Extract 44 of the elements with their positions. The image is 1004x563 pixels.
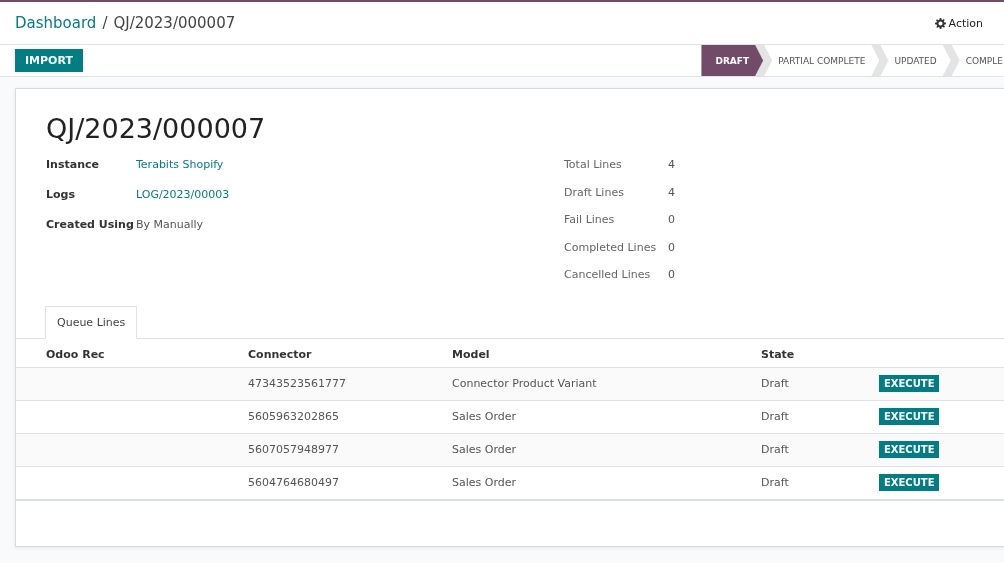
action-button[interactable]: Action (934, 16, 983, 30)
count-label: Completed Lines (564, 240, 658, 256)
status-step[interactable]: PARTIAL COMPLETE (764, 45, 880, 76)
count-value: 0 (668, 240, 675, 256)
column-header[interactable]: Model (452, 338, 761, 368)
count-value: 0 (668, 268, 675, 284)
record-title: QJ/2023/000007 (46, 113, 267, 144)
table-cell: Sales Order (452, 400, 761, 434)
execute-button[interactable]: EXECUTE (879, 408, 940, 426)
import-button[interactable]: IMPORT (15, 49, 83, 72)
table-cell: Connector Product Variant (452, 367, 761, 401)
gear-icon (934, 17, 946, 29)
breadcrumb-separator: / (102, 14, 108, 32)
breadcrumb-current: QJ/2023/000007 (113, 14, 236, 32)
table-cell: Sales Order (452, 433, 761, 467)
status-step[interactable]: COMPLE (951, 45, 1004, 76)
column-header[interactable]: Odoo Rec (16, 338, 248, 368)
count-label: Total Lines (564, 158, 623, 173)
field-link[interactable]: LOG/2023/00003 (136, 188, 230, 218)
count-label: Draft Lines (564, 185, 625, 201)
table-cell: Sales Order (452, 466, 761, 500)
field-link[interactable]: Terabits Shopify (136, 158, 224, 188)
field-label: Created Using (46, 218, 135, 233)
status-step[interactable]: DRAFT (701, 45, 764, 76)
count-label: Cancelled Lines (564, 268, 652, 284)
table-cell: 5605963202865 (248, 400, 452, 434)
field-label: Logs (46, 188, 76, 203)
column-header[interactable]: State (761, 338, 879, 368)
execute-button[interactable]: EXECUTE (879, 474, 940, 492)
status-step[interactable]: UPDATED (880, 45, 951, 76)
count-value: 4 (668, 158, 675, 173)
count-value: 4 (668, 185, 675, 201)
execute-button[interactable]: EXECUTE (879, 441, 940, 459)
table-cell: 5604764680497 (248, 466, 452, 500)
tab[interactable]: Queue Lines (45, 305, 138, 339)
table-cell: 5607057948977 (248, 433, 452, 467)
execute-button[interactable]: EXECUTE (879, 375, 940, 393)
field-value: By Manually (136, 218, 204, 233)
count-value: 0 (668, 213, 675, 229)
breadcrumb-link[interactable]: Dashboard (15, 14, 97, 32)
table-cell: 47343523561777 (248, 367, 452, 401)
field-label: Instance (46, 158, 100, 173)
count-label: Fail Lines (564, 213, 616, 229)
column-header[interactable]: Connector (248, 338, 452, 368)
